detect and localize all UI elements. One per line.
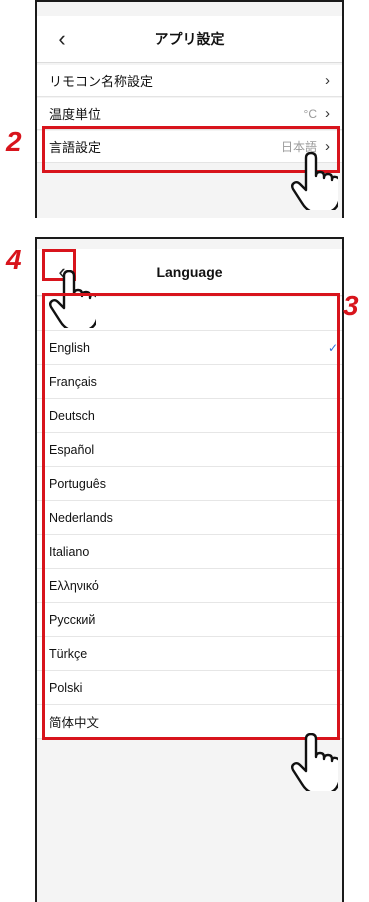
pointing-hand-icon [291,152,338,210]
page-title: アプリ設定 [154,31,225,47]
step-callout-4: 4 [6,244,22,275]
row-value: °C [303,106,317,121]
header: ‹ アプリ設定 [37,16,342,63]
highlight-language-list [42,293,340,740]
row-label: リモコン名称設定 [49,74,154,89]
row-label: 温度単位 [49,107,102,122]
chevron-right-icon: › [325,105,330,122]
step-callout-2: 2 [6,126,22,157]
settings-row-remote-name[interactable]: リモコン名称設定 › [37,65,342,97]
pointing-hand-icon [291,733,338,791]
chevron-right-icon: › [325,72,330,89]
step-callout-3: 3 [343,290,359,321]
